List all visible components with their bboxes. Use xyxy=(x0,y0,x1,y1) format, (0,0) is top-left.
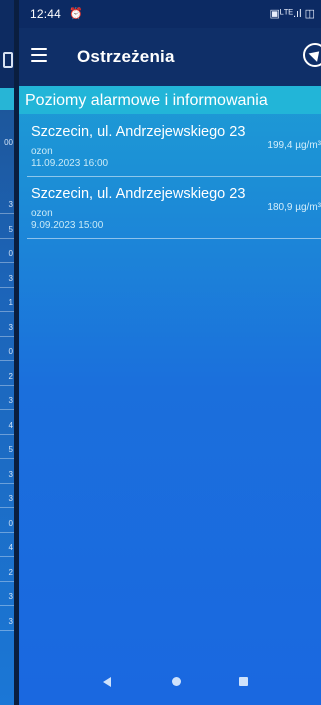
previous-screen-row-divider xyxy=(0,531,14,533)
alarm-clock-icon: ⏰ xyxy=(69,8,83,20)
page-title: Ostrzeżenia xyxy=(77,47,175,66)
previous-screen-row-divider xyxy=(0,237,14,239)
calendar-icon xyxy=(3,52,13,68)
previous-screen-row-divider xyxy=(0,311,14,312)
previous-screen-row-divider xyxy=(0,286,14,288)
previous-screen-row-divider xyxy=(0,409,14,410)
previous-screen-value: 3 xyxy=(8,494,13,503)
previous-screen-value: 3 xyxy=(8,592,13,601)
alert-pollutant: ozon xyxy=(31,146,53,157)
previous-screen-value: 3 xyxy=(8,200,13,209)
home-circle-icon[interactable] xyxy=(172,677,181,686)
previous-screen-value: 0 xyxy=(8,249,13,258)
previous-screen-value: 3 xyxy=(8,273,13,283)
previous-screen-value: 3 xyxy=(8,396,13,405)
previous-screen-row-divider xyxy=(0,507,14,508)
previous-screen-row-divider xyxy=(0,556,14,557)
list-divider xyxy=(27,238,321,239)
alert-item[interactable]: Szczecin, ul. Andrzejewskiego 23 ozon 11… xyxy=(19,116,321,176)
system-status-icons: ▣ᴸᵀᴱ.ıl ◫ xyxy=(269,8,315,20)
previous-screen-value: 0 xyxy=(8,347,13,356)
previous-screen-row-divider xyxy=(0,384,14,386)
previous-screen-row-divider xyxy=(0,433,14,435)
alert-pollutant: ozon xyxy=(31,208,53,219)
alert-item[interactable]: Szczecin, ul. Andrzejewskiego 23 ozon 9.… xyxy=(19,178,321,238)
back-triangle-icon[interactable] xyxy=(103,677,111,687)
previous-screen-row-divider xyxy=(0,580,14,582)
previous-screen-row-divider xyxy=(0,360,14,361)
previous-screen-value: 00 xyxy=(4,138,13,147)
previous-screen-row-divider xyxy=(0,605,14,606)
app-bar: Ostrzeżenia xyxy=(19,28,321,86)
previous-screen-value: 3 xyxy=(8,469,13,479)
recent-apps-square-icon[interactable] xyxy=(239,677,248,686)
alert-datetime: 11.09.2023 16:00 xyxy=(31,158,109,169)
previous-screen-header xyxy=(0,0,14,88)
previous-screen-value: 3 xyxy=(8,616,13,626)
alert-value: 199,4 µg/m³ xyxy=(267,140,321,151)
alert-datetime: 9.09.2023 15:00 xyxy=(31,220,104,231)
alert-location: Szczecin, ul. Andrzejewskiego 23 xyxy=(31,124,246,140)
previous-screen-row-divider xyxy=(0,262,14,263)
previous-screen-row-divider xyxy=(0,482,14,484)
list-divider xyxy=(27,176,321,177)
previous-screen-value: 4 xyxy=(8,543,13,552)
previous-screen-row-divider xyxy=(0,335,14,337)
status-bar: 12:44 ⏰ ▣ᴸᵀᴱ.ıl ◫ xyxy=(19,0,321,28)
previous-screen-value: 2 xyxy=(8,567,13,577)
previous-screen-row-divider xyxy=(0,213,14,214)
alert-value: 180,9 µg/m³ xyxy=(267,202,321,213)
previous-screen-value: 4 xyxy=(8,420,13,430)
hamburger-menu-icon[interactable] xyxy=(31,48,47,62)
previous-screen-section-stripe xyxy=(0,88,14,110)
previous-screen-row-divider xyxy=(0,629,14,631)
previous-screen-value: 5 xyxy=(8,224,13,234)
alert-location: Szczecin, ul. Andrzejewskiego 23 xyxy=(31,186,246,202)
previous-screen-value: 5 xyxy=(8,445,13,454)
previous-screen-row-divider xyxy=(0,458,14,459)
system-nav-bar xyxy=(19,660,321,705)
previous-screen-value: 3 xyxy=(8,322,13,332)
previous-screen-value: 1 xyxy=(8,298,13,307)
previous-screen-value: 2 xyxy=(8,371,13,381)
warnings-screen: 12:44 ⏰ ▣ᴸᵀᴱ.ıl ◫ Ostrzeżenia Poziomy al… xyxy=(19,0,321,705)
navigation-arrow-icon[interactable] xyxy=(303,43,321,67)
previous-screen-edge: 00 3 5 0 3 1 3 0 2 3 4 5 3 3 0 4 2 3 3 xyxy=(0,0,14,705)
section-header: Poziomy alarmowe i informowania xyxy=(19,86,321,114)
status-time: 12:44 xyxy=(30,7,62,21)
previous-screen-value: 0 xyxy=(8,518,13,528)
